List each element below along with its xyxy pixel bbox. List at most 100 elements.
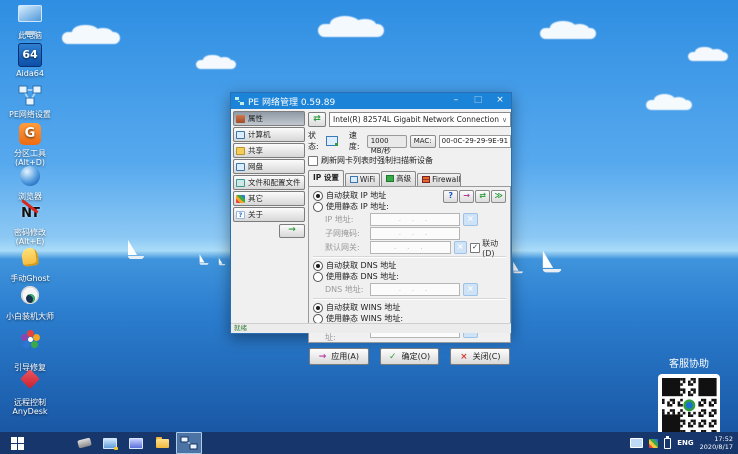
sailboat — [199, 254, 209, 265]
qr-code — [658, 374, 720, 437]
anydesk-diamond-icon — [20, 369, 40, 389]
desktop-icon-xiaobai-installer[interactable]: 小白装机大师 — [2, 284, 58, 321]
auto-dns-label: 自动获取 DNS 地址 — [326, 261, 397, 270]
static-ip-radio[interactable] — [313, 201, 323, 212]
subnet-mask-input[interactable]: . . . — [370, 227, 460, 240]
computer-icon — [18, 5, 42, 22]
clear-dns-button[interactable]: × — [463, 283, 478, 296]
link-status-icon — [325, 136, 338, 146]
static-dns-radio[interactable] — [313, 271, 323, 282]
sidebar-collapse-arrow-button[interactable]: → — [279, 224, 305, 238]
display-settings-icon[interactable] — [649, 438, 659, 448]
sidebar-item-label: 关于 — [248, 210, 263, 219]
desktop-icon-sublabel: AnyDesk — [12, 407, 48, 416]
tool-icon — [76, 437, 92, 449]
apply-now-button[interactable]: → — [459, 190, 475, 203]
clear-ip-button[interactable]: × — [463, 213, 478, 226]
tab-label: Firewall — [432, 175, 461, 184]
taskbar-icon-explorer[interactable] — [150, 433, 174, 453]
sidebar-item-label: 网盘 — [248, 162, 263, 171]
sidebar-item-label: 共享 — [248, 146, 263, 155]
language-indicator[interactable]: ENG — [677, 439, 693, 447]
apply-button[interactable]: → 应用(A) — [309, 348, 369, 365]
maximize-button: □ — [473, 95, 483, 105]
taskbar-icon-remote[interactable] — [124, 433, 148, 453]
gateway-linked-checkbox[interactable]: ✓ — [470, 242, 481, 253]
monitor-icon — [236, 130, 245, 139]
support-qr-block: 客服协助 — [652, 355, 726, 437]
auto-ip-radio[interactable] — [313, 190, 323, 201]
usb-eject-icon[interactable] — [664, 435, 672, 449]
taskbar-icon-pe-network[interactable] — [176, 432, 202, 454]
tab-bar: IP 设置 WiFi 高级 Firewall — [308, 170, 511, 186]
divider — [313, 298, 507, 300]
sidebar-item-shares[interactable]: 共享 — [233, 143, 305, 158]
desktop-icon-browser[interactable]: 浏览器 — [2, 164, 58, 201]
close-window-button[interactable]: × 关闭(C) — [450, 348, 511, 365]
clock-time: 17:52 — [714, 435, 733, 443]
flower-icon — [27, 337, 33, 342]
ip-address-input[interactable]: . . . — [370, 213, 460, 226]
static-wins-radio[interactable] — [313, 313, 323, 324]
desktop-icon-sublabel: (Alt+E) — [15, 237, 45, 246]
monitor-icon — [129, 437, 143, 449]
start-button[interactable] — [0, 432, 34, 454]
taskbar-clock[interactable]: 17:52 2020/8/17 — [700, 435, 733, 451]
adapter-dropdown[interactable]: Intel(R) 82574L Gigabit Network Connecti… — [329, 112, 512, 127]
desktop-icon-label: 分区工具 — [14, 149, 46, 158]
tab-advanced[interactable]: 高级 — [381, 171, 417, 186]
tab-ip-settings[interactable]: IP 设置 — [308, 170, 344, 186]
desktop-icon-partition-tool[interactable]: G 分区工具 (Alt+D) — [2, 122, 58, 167]
close-button[interactable]: × — [491, 94, 509, 108]
advanced-icon — [386, 175, 395, 182]
mac-button[interactable]: MAC: — [409, 134, 436, 148]
help-button[interactable]: ? — [443, 190, 459, 203]
nt-key-icon: NT — [17, 202, 43, 226]
reload-config-button[interactable]: ⇄ — [475, 190, 491, 203]
sidebar-item-net-drives[interactable]: 网盘 — [233, 159, 305, 174]
tab-wifi[interactable]: WiFi — [344, 173, 381, 186]
sidebar-item-profiles[interactable]: 文件和配置文件 — [233, 175, 305, 190]
rescan-checkbox-label: 刷新网卡列表时强制扫描新设备 — [321, 156, 433, 165]
desktop-icon-pe-network-settings[interactable]: PE网络设置 — [2, 84, 58, 119]
ok-button-label: 确定(O) — [401, 352, 431, 361]
desktop-icon-manual-ghost[interactable]: 手动Ghost — [2, 246, 58, 283]
taskbar-icon-tools[interactable] — [72, 433, 96, 453]
speed-label: 速度: — [348, 131, 360, 151]
gateway-linked-label: 联动(D) — [482, 238, 499, 258]
sailboat — [542, 250, 562, 273]
sidebar-item-label: 计算机 — [248, 130, 271, 139]
sidebar-item-other[interactable]: 其它 — [233, 191, 305, 206]
ok-button[interactable]: ✓ 确定(O) — [379, 348, 440, 365]
rescan-checkbox[interactable] — [308, 155, 318, 166]
auto-dns-radio[interactable] — [313, 260, 323, 271]
window-statusbar: 就绪 — [231, 323, 511, 333]
window-titlebar[interactable]: PE 网络管理 0.59.89 – □ × — [231, 93, 511, 109]
desktop-icon-password-reset[interactable]: NT 密码修改 (Alt+E) — [2, 202, 58, 246]
gateway-input[interactable]: . . . — [370, 241, 451, 254]
minimize-button[interactable]: – — [447, 94, 465, 108]
tab-label: 高级 — [396, 174, 412, 183]
dns-address-input[interactable]: . . . — [370, 283, 460, 296]
sidebar-item-label: 文件和配置文件 — [248, 178, 301, 187]
rescan-adapters-button[interactable]: ⇄ — [308, 112, 326, 127]
clear-gateway-button[interactable]: × — [453, 241, 468, 254]
desktop-icon-this-pc[interactable]: 此电脑 — [2, 2, 58, 40]
sidebar-item-computer[interactable]: 计算机 — [233, 127, 305, 142]
footer-buttons: → 应用(A) ✓ 确定(O) × 关闭(C) — [308, 348, 511, 365]
tab-firewall[interactable]: Firewall — [417, 173, 462, 186]
taskbar-icon-display[interactable] — [98, 433, 122, 453]
sidebar: 属性 计算机 共享 网盘 文件和配置文件 其它 ? 关于 → — [233, 111, 305, 314]
network-status-icon[interactable] — [630, 438, 644, 448]
desktop-icon-aida64[interactable]: 64 Aida64 — [2, 42, 58, 78]
auto-wins-radio[interactable] — [313, 302, 323, 313]
expand-button[interactable]: ≫ — [491, 190, 507, 203]
sidebar-item-properties[interactable]: 属性 — [233, 111, 305, 126]
subnet-mask-label: 子网掩码: — [325, 229, 360, 238]
desktop-icon-anydesk[interactable]: 远程控制 AnyDesk — [2, 368, 58, 416]
desktop-icon-boot-repair[interactable]: 引导修复 — [2, 328, 58, 372]
sidebar-item-about[interactable]: ? 关于 — [233, 207, 305, 222]
sailboat — [513, 261, 523, 274]
arrow-right-icon: → — [318, 351, 327, 362]
network-nodes-icon — [180, 436, 198, 450]
